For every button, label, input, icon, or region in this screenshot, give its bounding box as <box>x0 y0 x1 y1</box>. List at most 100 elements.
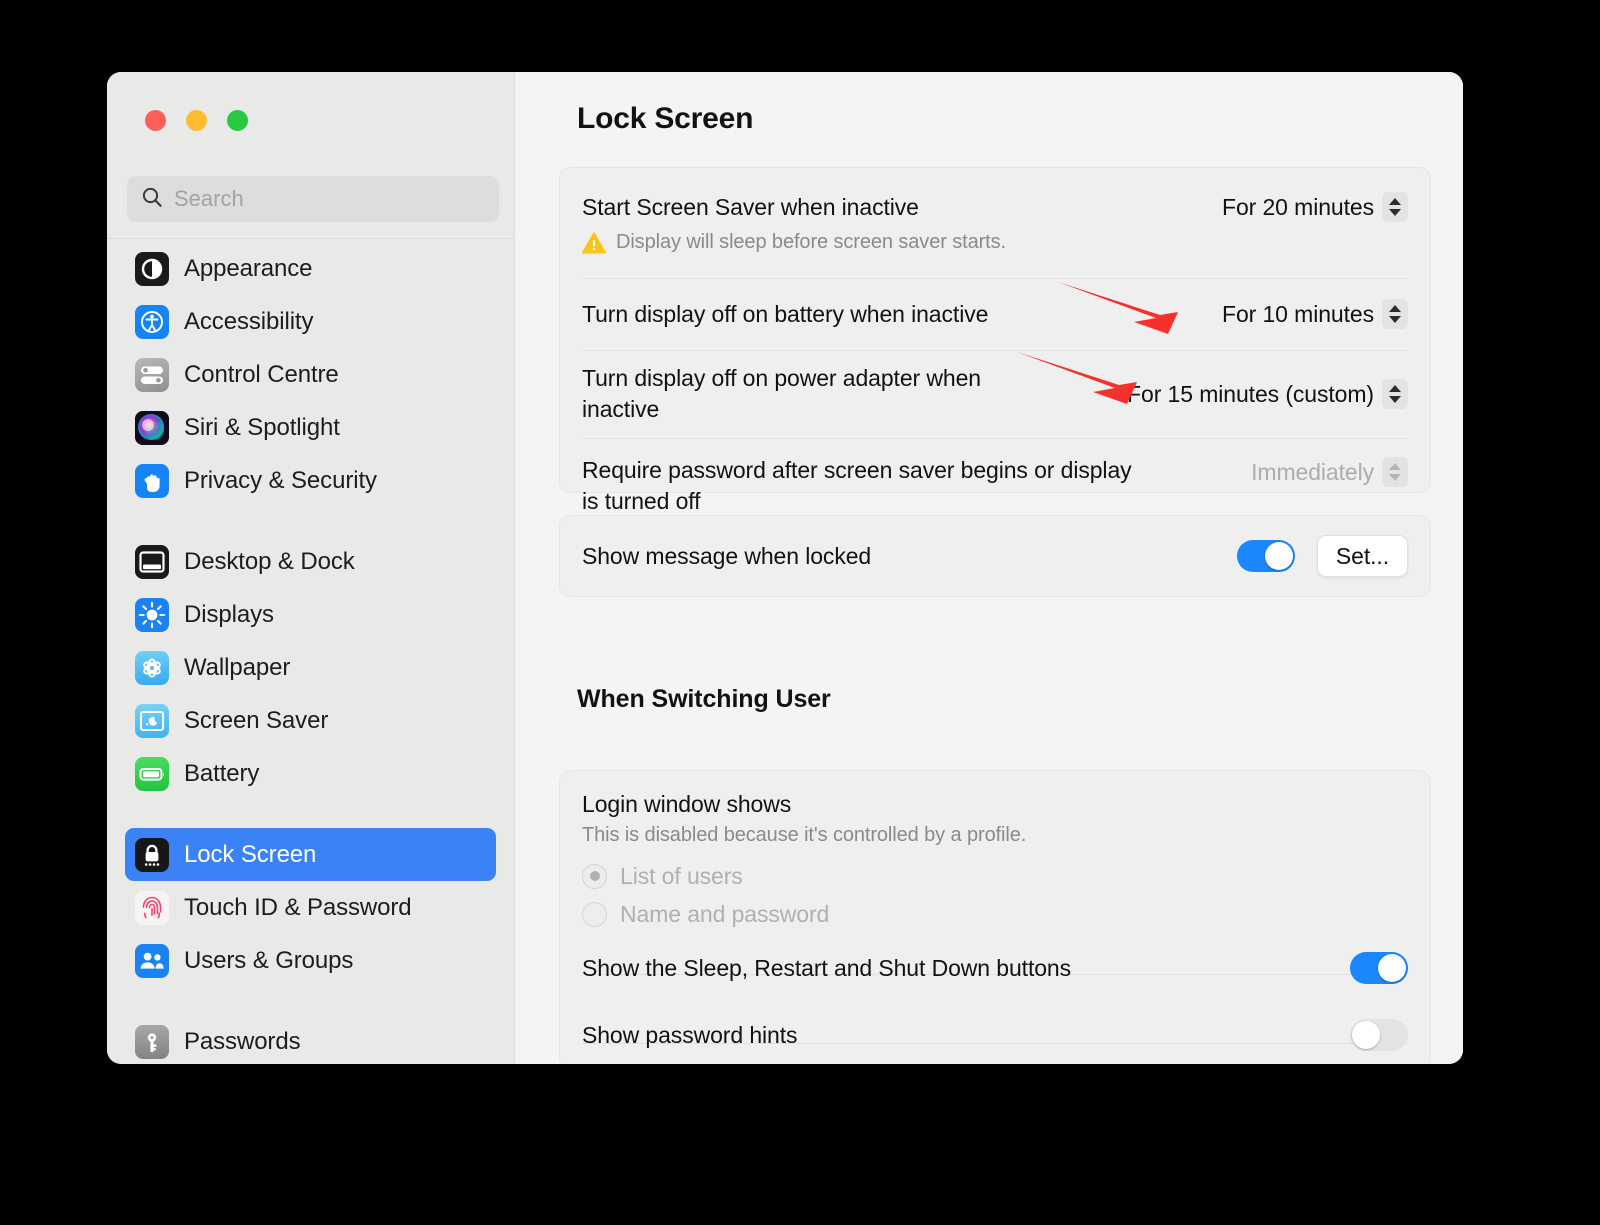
warning-triangle-icon <box>582 232 606 254</box>
sidebar-item-label: Siri & Spotlight <box>184 413 340 441</box>
accessibility-icon <box>135 304 169 339</box>
touch-id-icon <box>135 890 169 925</box>
row-show-password-hints: Show password hints <box>560 1005 1430 1064</box>
sidebar-item-label: Privacy & Security <box>184 466 377 494</box>
start-screen-saver-value: For 20 minutes <box>1222 193 1374 220</box>
sidebar-item-label: Accessibility <box>184 307 314 335</box>
login-window-note: This is disabled because it's controlled… <box>582 824 1027 846</box>
privacy-icon <box>135 463 169 498</box>
chevron-up-down-icon[interactable] <box>1382 379 1408 409</box>
battery-icon <box>135 756 169 791</box>
login-window-label: Login window shows <box>582 791 792 817</box>
lock-screen-settings-card: Start Screen Saver when inactive Display… <box>559 167 1431 545</box>
screen-saver-icon <box>135 703 169 738</box>
page-title: Lock Screen <box>577 102 754 135</box>
radio-selected-icon <box>582 863 607 889</box>
chevron-up-down-icon[interactable] <box>1382 192 1408 222</box>
show-message-toggle[interactable] <box>1236 540 1295 572</box>
toggle-knob <box>1352 1021 1380 1049</box>
show-message-card: Show message when locked Set... <box>559 515 1431 597</box>
displays-icon <box>135 597 169 632</box>
sidebar-item-label: Touch ID & Password <box>184 893 412 921</box>
sidebar-item-label: Screen Saver <box>184 706 329 734</box>
display-off-power-adapter-popup[interactable]: For 15 minutes (custom) <box>1127 379 1408 409</box>
show-message-label: Show message when locked <box>582 542 872 569</box>
system-settings-window: Appearance Accessibility Control Centre Sir… <box>107 72 1463 1064</box>
row-require-password: Require password after screen saver begi… <box>560 438 1430 545</box>
sidebar-item-touch-id-password[interactable]: Touch ID & Password <box>125 881 496 934</box>
radio-list-of-users-label: List of users <box>620 862 743 889</box>
sidebar-item-label: Lock Screen <box>184 840 317 868</box>
sidebar-item-displays[interactable]: Displays <box>125 588 496 641</box>
content-pane: Lock Screen Start Screen Saver when inac… <box>515 72 1463 1064</box>
sidebar-item-appearance[interactable]: Appearance <box>125 242 496 295</box>
sidebar-item-privacy-security[interactable]: Privacy & Security <box>125 454 496 507</box>
sleep-restart-shutdown-label: Show the Sleep, Restart and Shut Down bu… <box>582 954 1072 981</box>
require-password-popup: Immediately <box>1251 457 1408 487</box>
sidebar-item-label: Displays <box>184 600 274 628</box>
search-field[interactable] <box>127 176 499 222</box>
sidebar-item-battery[interactable]: Battery <box>125 747 496 800</box>
toggle-knob <box>1264 542 1293 570</box>
sidebar-item-screen-saver[interactable]: Screen Saver <box>125 694 496 747</box>
show-password-hints-label: Show password hints <box>582 1021 798 1048</box>
close-button[interactable] <box>145 110 166 131</box>
desktop-dock-icon <box>135 544 169 579</box>
traffic-light-controls <box>145 110 248 131</box>
radio-unselected-icon <box>582 901 607 927</box>
when-switching-user-card: Login window shows This is disabled beca… <box>559 770 1431 1064</box>
radio-name-and-password-label: Name and password <box>620 900 830 927</box>
set-message-button[interactable]: Set... <box>1316 535 1408 577</box>
zoom-button[interactable] <box>227 110 248 131</box>
sidebar-item-label: Passwords <box>184 1027 301 1055</box>
sidebar-item-label: Desktop & Dock <box>184 547 355 575</box>
control-centre-icon <box>135 357 169 392</box>
sidebar-item-control-centre[interactable]: Control Centre <box>125 348 496 401</box>
minimize-button[interactable] <box>186 110 207 131</box>
row-show-message-when-locked: Show message when locked Set... <box>560 516 1430 596</box>
chevron-up-down-icon <box>1382 457 1408 487</box>
search-input[interactable] <box>174 186 485 212</box>
sidebar-item-label: Battery <box>184 759 260 787</box>
row-display-off-power-adapter: Turn display off on power adapter when i… <box>560 350 1430 438</box>
siri-icon <box>135 410 169 445</box>
sidebar-item-siri-spotlight[interactable]: Siri & Spotlight <box>125 401 496 454</box>
chevron-up-down-icon[interactable] <box>1382 299 1408 329</box>
radio-name-and-password: Name and password <box>582 895 1408 933</box>
sidebar-item-label: Appearance <box>184 254 313 282</box>
sidebar-nav-list: Appearance Accessibility Control Centre Sir… <box>107 242 514 1064</box>
sidebar-item-lock-screen[interactable]: Lock Screen <box>125 828 496 881</box>
sidebar-item-users-groups[interactable]: Users & Groups <box>125 934 496 987</box>
display-off-battery-label: Turn display off on battery when inactiv… <box>582 300 989 327</box>
section-heading-when-switching-user: When Switching User <box>577 685 831 713</box>
sidebar: Appearance Accessibility Control Centre Sir… <box>107 72 515 1064</box>
start-screen-saver-label: Start Screen Saver when inactive <box>582 194 919 220</box>
require-password-label: Require password after screen saver begi… <box>582 457 1132 514</box>
require-password-value: Immediately <box>1251 458 1374 485</box>
appearance-icon <box>135 251 169 286</box>
screen-saver-warning-text: Display will sleep before screen saver s… <box>616 231 1007 253</box>
sidebar-item-accessibility[interactable]: Accessibility <box>125 295 496 348</box>
toggle-knob <box>1378 954 1406 982</box>
sidebar-item-label: Users & Groups <box>184 946 354 974</box>
search-icon <box>141 186 163 213</box>
display-off-power-adapter-value: For 15 minutes (custom) <box>1127 380 1374 407</box>
sleep-restart-shutdown-toggle[interactable] <box>1350 952 1408 984</box>
wallpaper-icon <box>135 650 169 685</box>
start-screen-saver-popup[interactable]: For 20 minutes <box>1222 192 1408 222</box>
show-password-hints-toggle[interactable] <box>1350 1019 1408 1051</box>
sidebar-item-label: Wallpaper <box>184 653 291 681</box>
users-groups-icon <box>135 943 169 978</box>
sidebar-item-wallpaper[interactable]: Wallpaper <box>125 641 496 694</box>
display-off-power-adapter-label: Turn display off on power adapter when i… <box>582 365 981 422</box>
sidebar-item-passwords[interactable]: Passwords <box>125 1015 496 1064</box>
row-start-screen-saver: Start Screen Saver when inactive Display… <box>560 168 1430 278</box>
row-display-off-battery: Turn display off on battery when inactiv… <box>560 278 1430 350</box>
lock-screen-icon <box>135 837 169 872</box>
sidebar-item-desktop-dock[interactable]: Desktop & Dock <box>125 535 496 588</box>
sidebar-divider <box>107 238 514 239</box>
display-off-battery-popup[interactable]: For 10 minutes <box>1222 299 1408 329</box>
